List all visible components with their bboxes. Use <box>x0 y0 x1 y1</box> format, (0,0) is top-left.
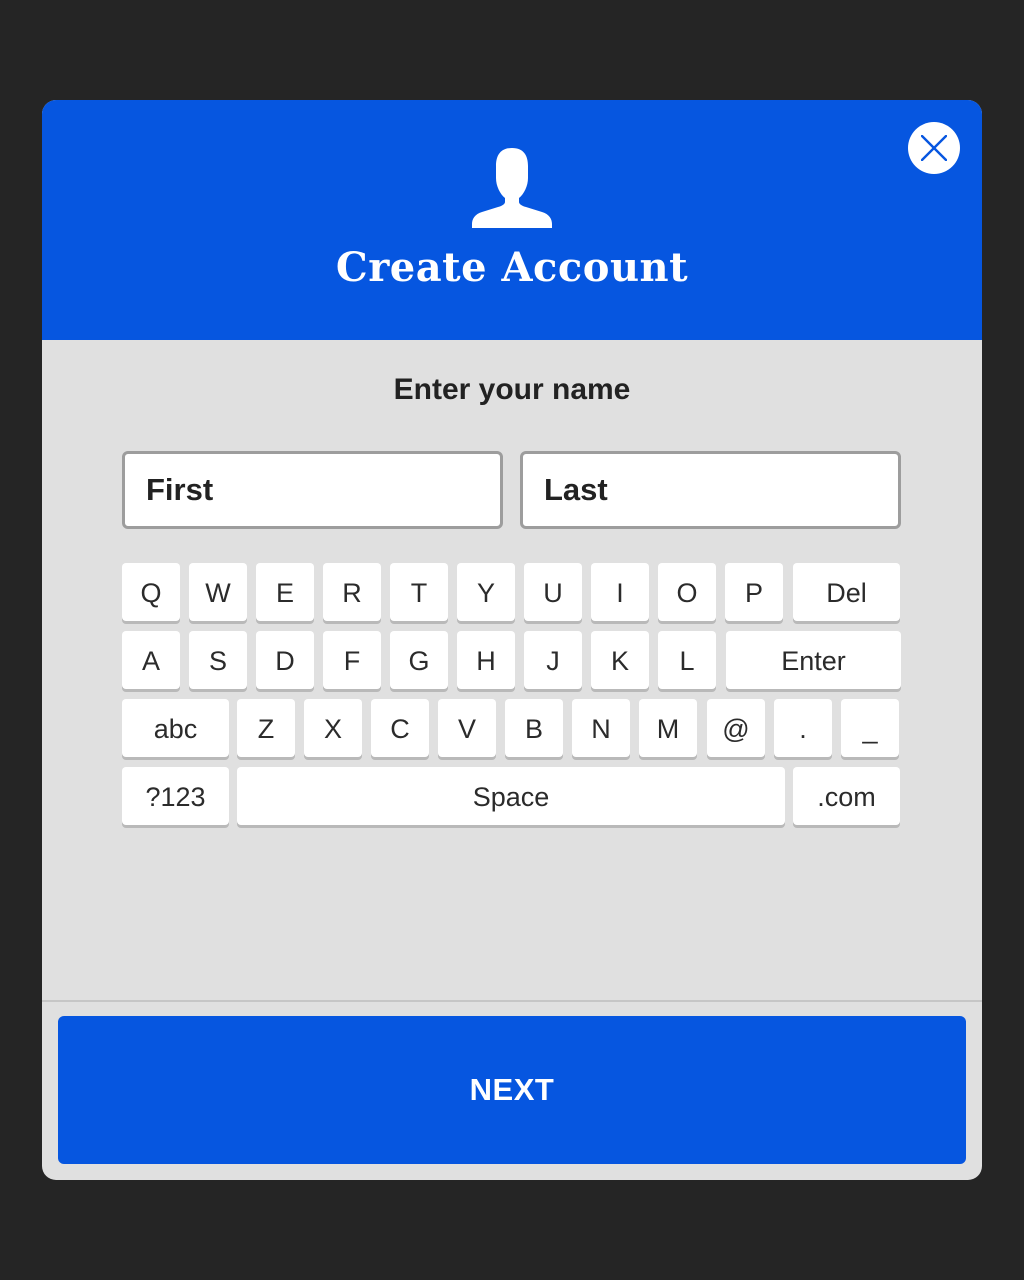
create-account-dialog: Create Account Enter your name QWERTYUIO… <box>42 100 982 1180</box>
key-y[interactable]: Y <box>457 563 515 621</box>
key-symbols[interactable]: ?123 <box>122 767 229 825</box>
close-icon <box>921 135 947 161</box>
key-t[interactable]: T <box>390 563 448 621</box>
key-abc[interactable]: abc <box>122 699 229 757</box>
close-button[interactable] <box>908 122 960 174</box>
key-g[interactable]: G <box>390 631 448 689</box>
key-at[interactable]: @ <box>707 699 765 757</box>
key-f[interactable]: F <box>323 631 381 689</box>
key-w[interactable]: W <box>189 563 247 621</box>
key-e[interactable]: E <box>256 563 314 621</box>
key-r[interactable]: R <box>323 563 381 621</box>
key-enter[interactable]: Enter <box>726 631 901 689</box>
key-s[interactable]: S <box>189 631 247 689</box>
key-k[interactable]: K <box>591 631 649 689</box>
key-c[interactable]: C <box>371 699 429 757</box>
last-name-input[interactable] <box>520 451 901 529</box>
key-l[interactable]: L <box>658 631 716 689</box>
key-dotcom[interactable]: .com <box>793 767 900 825</box>
key-o[interactable]: O <box>658 563 716 621</box>
key-x[interactable]: X <box>304 699 362 757</box>
key-a[interactable]: A <box>122 631 180 689</box>
key-h[interactable]: H <box>457 631 515 689</box>
key-u[interactable]: U <box>524 563 582 621</box>
footer-divider <box>42 1000 982 1002</box>
user-silhouette-icon <box>472 148 552 228</box>
key-d[interactable]: D <box>256 631 314 689</box>
key-underscore[interactable]: _ <box>841 699 899 757</box>
next-button[interactable]: NEXT <box>58 1016 966 1164</box>
key-j[interactable]: J <box>524 631 582 689</box>
key-z[interactable]: Z <box>237 699 295 757</box>
key-del[interactable]: Del <box>793 563 900 621</box>
key-v[interactable]: V <box>438 699 496 757</box>
key-b[interactable]: B <box>505 699 563 757</box>
name-prompt: Enter your name <box>393 373 631 406</box>
key-m[interactable]: M <box>639 699 697 757</box>
key-p[interactable]: P <box>725 563 783 621</box>
dialog-header: Create Account <box>42 100 982 340</box>
key-i[interactable]: I <box>591 563 649 621</box>
key-n[interactable]: N <box>572 699 630 757</box>
key-q[interactable]: Q <box>122 563 180 621</box>
dialog-title: Create Account <box>335 244 689 291</box>
key-period[interactable]: . <box>774 699 832 757</box>
key-space[interactable]: Space <box>237 767 785 825</box>
first-name-input[interactable] <box>122 451 503 529</box>
